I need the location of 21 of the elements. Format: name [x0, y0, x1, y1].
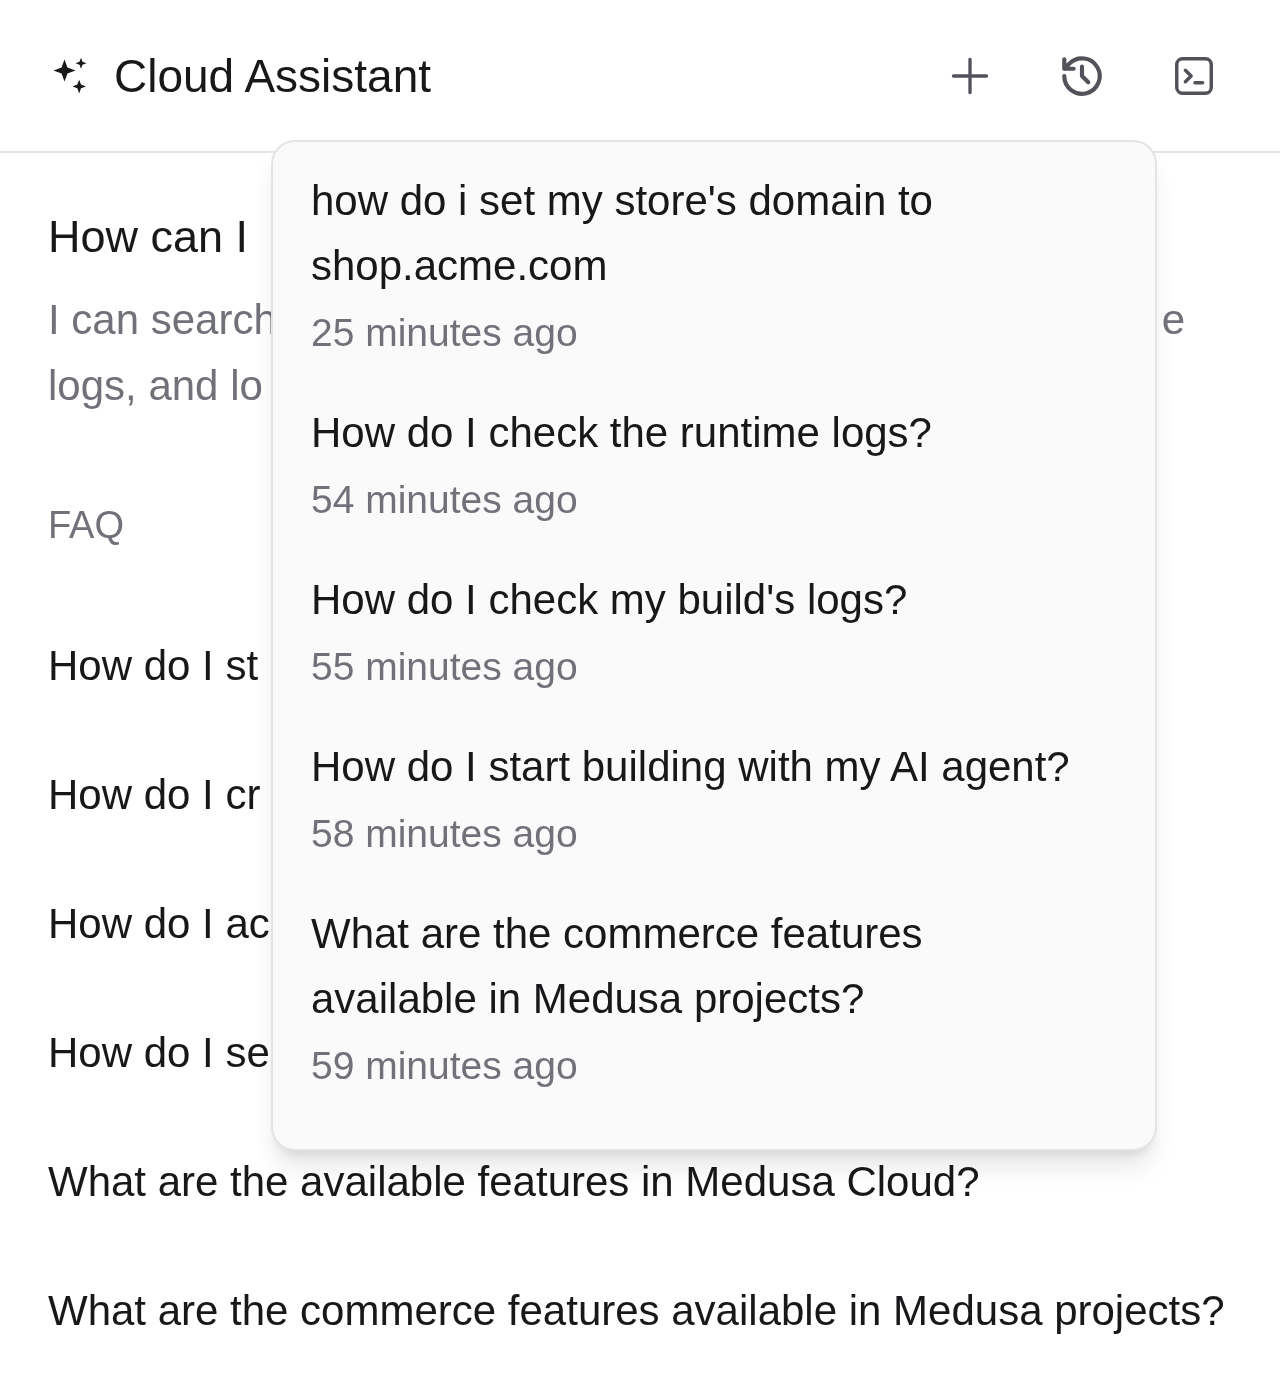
faq-link[interactable]: What are the commerce features available in Medusa projects?: [48, 1287, 1225, 1334]
history-time: 58 minutes ago: [311, 811, 578, 857]
faq-label: FAQ: [48, 503, 125, 548]
history-time: 54 minutes ago: [311, 477, 578, 523]
intro-text: e: [1161, 295, 1185, 345]
history-link[interactable]: how do i set my store's domain to shop.acme.com: [311, 168, 1081, 298]
history-time: 25 minutes ago: [311, 310, 578, 356]
history-time: 55 minutes ago: [311, 644, 578, 690]
faq-link[interactable]: How do I ac: [48, 900, 270, 947]
welcome-heading: How can I: [48, 210, 249, 264]
faq-link[interactable]: What are the available features in Medusa Cloud?: [48, 1158, 980, 1205]
history-link[interactable]: How do I start building with my AI agent?: [311, 734, 1070, 799]
history-link[interactable]: What are the commerce features available in Medusa projects?: [311, 901, 1081, 1031]
faq-link[interactable]: How do I st: [48, 642, 259, 689]
history-link[interactable]: How do I check my build's logs?: [311, 567, 908, 632]
app-title: Cloud Assistant: [114, 52, 432, 99]
faq-link[interactable]: How do I cr: [48, 771, 261, 818]
history-time: 59 minutes ago: [311, 1043, 578, 1089]
faq-link[interactable]: How do I se: [48, 1029, 270, 1076]
intro-text: logs, and lo: [48, 362, 263, 409]
history-link[interactable]: How do I check the runtime logs?: [311, 400, 932, 465]
